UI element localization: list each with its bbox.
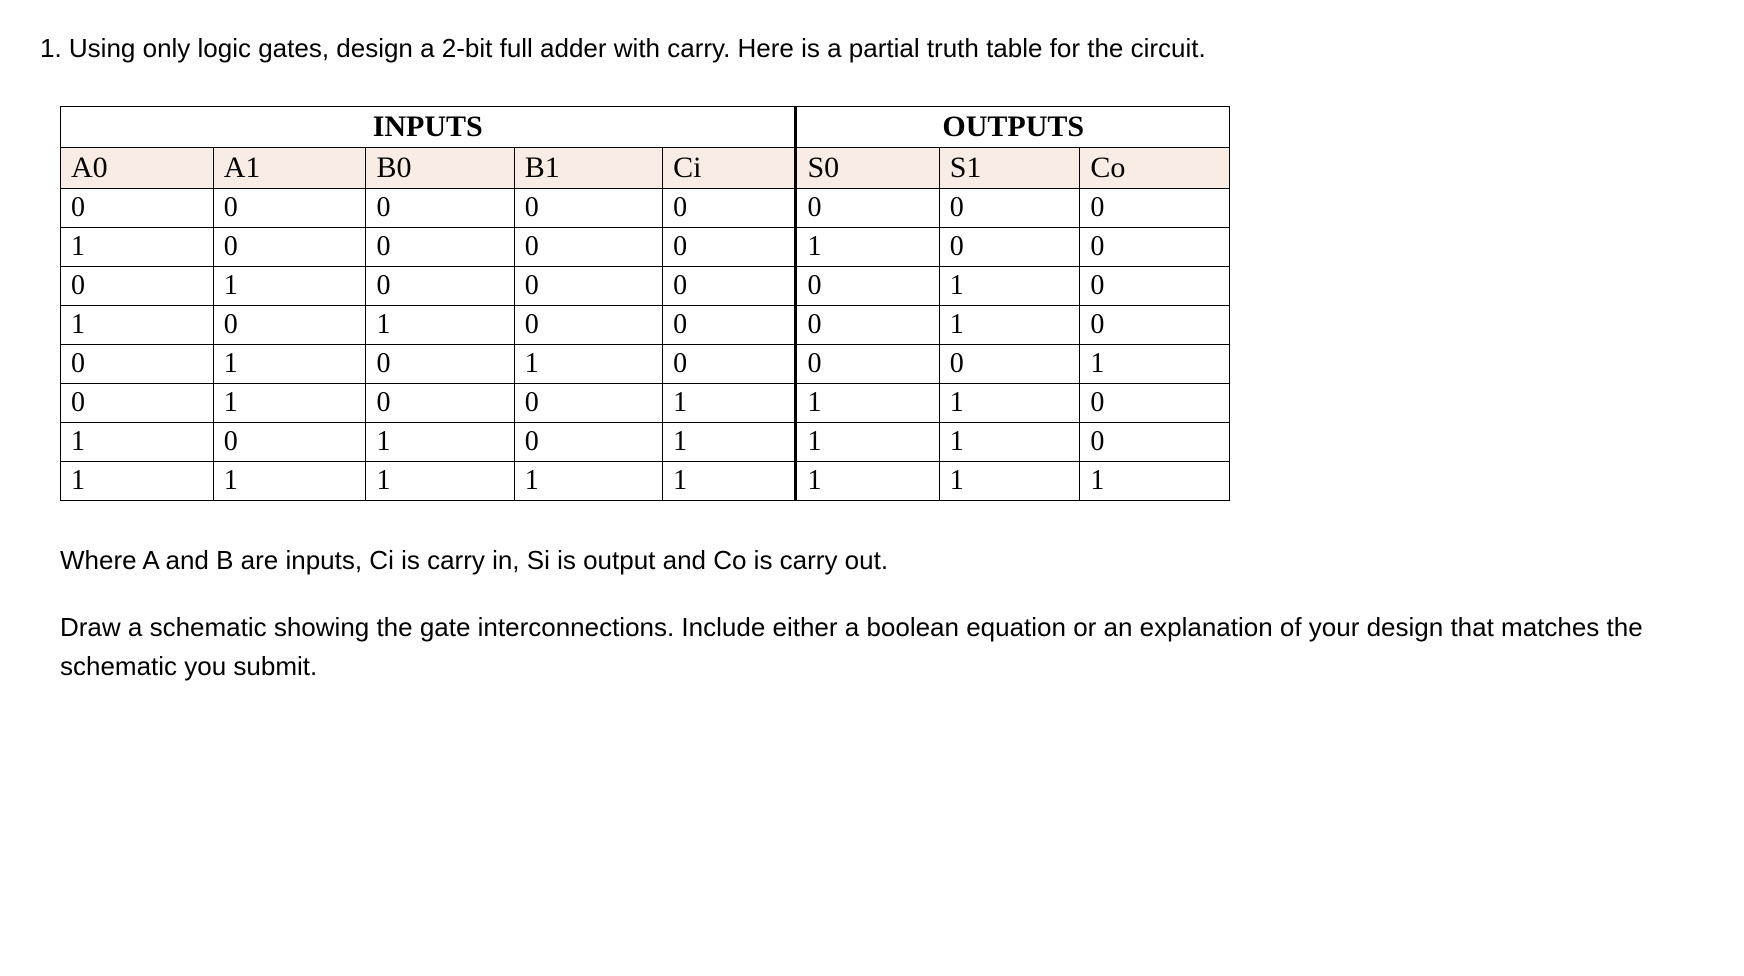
cell: 1 [61, 462, 214, 501]
question-text: 1. Using only logic gates, design a 2-bi… [40, 30, 1704, 66]
col-header: Ci [663, 148, 796, 189]
cell: 0 [514, 306, 662, 345]
cell: 1 [366, 423, 514, 462]
cell: 1 [796, 228, 939, 267]
cell: 1 [1080, 345, 1230, 384]
cell: 1 [1080, 462, 1230, 501]
table-row: 0 1 0 0 1 1 1 0 [61, 384, 1230, 423]
cell: 1 [61, 423, 214, 462]
cell: 1 [663, 462, 796, 501]
footer-text-block: Where A and B are inputs, Ci is carry in… [40, 541, 1704, 686]
cell: 0 [366, 267, 514, 306]
cell: 0 [213, 189, 366, 228]
cell: 1 [213, 462, 366, 501]
cell: 0 [1080, 423, 1230, 462]
cell: 0 [939, 345, 1080, 384]
table-row: 0 1 0 0 0 0 1 0 [61, 267, 1230, 306]
cell: 1 [61, 228, 214, 267]
cell: 0 [61, 189, 214, 228]
cell: 0 [663, 267, 796, 306]
cell: 1 [796, 423, 939, 462]
cell: 0 [939, 228, 1080, 267]
cell: 1 [366, 306, 514, 345]
cell: 1 [663, 384, 796, 423]
cell: 1 [939, 423, 1080, 462]
truth-table-container: INPUTS OUTPUTS A0 A1 B0 B1 Ci S0 S1 Co 0… [40, 106, 1704, 501]
cell: 1 [939, 384, 1080, 423]
cell: 0 [61, 345, 214, 384]
cell: 0 [213, 228, 366, 267]
cell: 0 [61, 267, 214, 306]
cell: 1 [663, 423, 796, 462]
cell: 0 [366, 228, 514, 267]
cell: 0 [796, 306, 939, 345]
cell: 0 [663, 228, 796, 267]
cell: 0 [1080, 384, 1230, 423]
footer-line-1: Where A and B are inputs, Ci is carry in… [60, 541, 1704, 580]
table-row: 1 1 1 1 1 1 1 1 [61, 462, 1230, 501]
footer-line-2: Draw a schematic showing the gate interc… [60, 608, 1704, 686]
cell: 1 [213, 267, 366, 306]
cell: 0 [514, 267, 662, 306]
outputs-header: OUTPUTS [796, 107, 1230, 148]
col-header: B0 [366, 148, 514, 189]
col-header: B1 [514, 148, 662, 189]
cell: 1 [796, 384, 939, 423]
cell: 1 [939, 462, 1080, 501]
cell: 0 [663, 189, 796, 228]
cell: 1 [61, 306, 214, 345]
cell: 0 [366, 345, 514, 384]
col-header: Co [1080, 148, 1230, 189]
cell: 1 [213, 345, 366, 384]
cell: 1 [939, 306, 1080, 345]
col-header: A1 [213, 148, 366, 189]
col-header: A0 [61, 148, 214, 189]
cell: 0 [61, 384, 214, 423]
cell: 0 [514, 423, 662, 462]
cell: 0 [366, 189, 514, 228]
cell: 0 [1080, 306, 1230, 345]
cell: 0 [796, 345, 939, 384]
cell: 1 [796, 462, 939, 501]
cell: 0 [796, 267, 939, 306]
cell: 0 [514, 228, 662, 267]
cell: 0 [514, 384, 662, 423]
table-row: 0 0 0 0 0 0 0 0 [61, 189, 1230, 228]
cell: 0 [213, 306, 366, 345]
cell: 0 [213, 423, 366, 462]
cell: 1 [939, 267, 1080, 306]
cell: 1 [514, 462, 662, 501]
column-header-row: A0 A1 B0 B1 Ci S0 S1 Co [61, 148, 1230, 189]
table-row: 1 0 1 0 1 1 1 0 [61, 423, 1230, 462]
cell: 1 [366, 462, 514, 501]
inputs-header: INPUTS [61, 107, 796, 148]
cell: 0 [1080, 267, 1230, 306]
cell: 0 [1080, 189, 1230, 228]
cell: 0 [796, 189, 939, 228]
cell: 1 [514, 345, 662, 384]
cell: 0 [939, 189, 1080, 228]
group-header-row: INPUTS OUTPUTS [61, 107, 1230, 148]
table-row: 1 0 0 0 0 1 0 0 [61, 228, 1230, 267]
cell: 0 [366, 384, 514, 423]
truth-table: INPUTS OUTPUTS A0 A1 B0 B1 Ci S0 S1 Co 0… [60, 106, 1230, 501]
cell: 0 [663, 306, 796, 345]
cell: 0 [514, 189, 662, 228]
col-header: S0 [796, 148, 939, 189]
cell: 0 [663, 345, 796, 384]
table-row: 0 1 0 1 0 0 0 1 [61, 345, 1230, 384]
cell: 1 [213, 384, 366, 423]
table-row: 1 0 1 0 0 0 1 0 [61, 306, 1230, 345]
col-header: S1 [939, 148, 1080, 189]
cell: 0 [1080, 228, 1230, 267]
